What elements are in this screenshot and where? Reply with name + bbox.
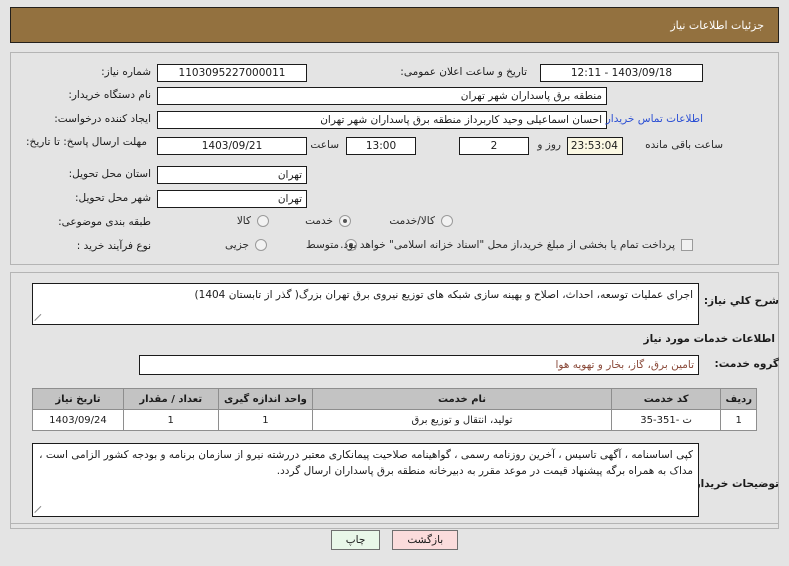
page-title-bar: جزئیات اطلاعات نیاز xyxy=(10,7,779,43)
buyer-notes-label: توضیحات خریدار: xyxy=(690,478,779,490)
category-option-kala-khedmat[interactable]: کالا/خدمت xyxy=(389,215,453,227)
requester-value: احسان اسماعیلی وحید کاربرداز منطقه برق پ… xyxy=(157,111,607,129)
province-row: استان محل تحویل: xyxy=(64,168,151,180)
deadline-hour-label: ساعت xyxy=(310,139,339,151)
deadline-hour-value: 13:00 xyxy=(346,137,416,155)
th-code: کد خدمت xyxy=(610,388,722,410)
buyer-contact-link[interactable]: اطلاعات تماس خریدار xyxy=(606,113,703,125)
need-number-value: 1103095227000011 xyxy=(157,64,307,82)
th-unit: واحد اندازه گیری xyxy=(217,388,314,410)
province-value: تهران xyxy=(157,166,307,184)
buyer-org-value: منطقه برق پاسداران شهر تهران xyxy=(157,87,607,105)
back-button[interactable]: بازگشت xyxy=(392,530,459,550)
table-row: 1 ت -351-35 تولید، انتقال و توزیع برق 1 … xyxy=(32,409,757,431)
process-label: نوع فرآیند خرید : xyxy=(76,240,151,252)
need-number-row: شماره نیاز: xyxy=(96,66,151,78)
services-table: ردیف کد خدمت نام خدمت واحد اندازه گیری ت… xyxy=(32,388,757,431)
province-label: استان محل تحویل: xyxy=(68,168,151,180)
buyer-notes-text: کپی اساسنامه ، آگهی تاسیس ، آخرین روزنام… xyxy=(39,449,693,477)
th-row: ردیف xyxy=(720,388,757,410)
resize-grip-icon xyxy=(35,315,43,323)
radio-khedmat[interactable] xyxy=(339,215,351,227)
category-row: طبقه بندی موضوعی: xyxy=(53,216,151,228)
announce-date-value: 1403/09/18 - 12:11 xyxy=(540,64,703,82)
deadline-label: مهلت ارسال پاسخ: تا تاریخ: xyxy=(26,136,148,148)
footer-button-row: بازگشت چاپ xyxy=(0,530,789,550)
cell-row: 1 xyxy=(720,409,757,431)
general-description-value[interactable]: اجرای عملیات توسعه، احداث، اصلاح و بهینه… xyxy=(32,283,699,325)
radio-jozi[interactable] xyxy=(255,239,267,251)
general-description-label: شرح کلي نیاز: xyxy=(703,295,779,307)
service-group-label: گروه خدمت: xyxy=(714,358,779,370)
footer-separator xyxy=(10,523,779,524)
cell-quantity: 1 xyxy=(122,409,219,431)
process-option-jozi[interactable]: جزیی xyxy=(225,239,267,251)
cell-need-date: 1403/09/24 xyxy=(32,409,124,431)
category-option-label-0: کالا xyxy=(236,215,251,227)
page-title: جزئیات اطلاعات نیاز xyxy=(670,18,764,32)
remaining-clock-label: ساعت باقی مانده xyxy=(645,139,723,151)
cell-unit: 1 xyxy=(217,409,314,431)
category-option-khedmat[interactable]: خدمت xyxy=(305,215,351,227)
deadline-date-value: 1403/09/21 xyxy=(157,137,307,155)
process-option-label-1: متوسط xyxy=(306,239,339,251)
radio-kala-khedmat[interactable] xyxy=(441,215,453,227)
buyer-org-label: نام دستگاه خریدار: xyxy=(68,89,151,101)
services-section-heading: اطلاعات خدمات مورد نیاز xyxy=(643,333,775,345)
cell-code: ت -351-35 xyxy=(610,409,722,431)
process-row: نوع فرآیند خرید : xyxy=(72,240,151,252)
announce-date-label: تاریخ و ساعت اعلان عمومی: xyxy=(400,66,527,78)
remaining-days-value: 2 xyxy=(459,137,529,155)
requester-label: ایجاد کننده درخواست: xyxy=(54,113,151,125)
treasury-checkbox-label: پرداخت تمام یا بخشی از مبلغ خرید،از محل … xyxy=(340,239,675,251)
th-name: نام خدمت xyxy=(312,388,612,410)
buyer-notes-value[interactable]: کپی اساسنامه ، آگهی تاسیس ، آخرین روزنام… xyxy=(32,443,699,517)
deadline-label-wrap: مهلت ارسال پاسخ: تا تاریخ: xyxy=(21,136,151,149)
city-label: شهر محل تحویل: xyxy=(75,192,151,204)
print-button[interactable]: چاپ xyxy=(330,530,381,550)
remaining-clock-value: 23:53:04 xyxy=(567,137,623,155)
table-header-row: ردیف کد خدمت نام خدمت واحد اندازه گیری ت… xyxy=(32,388,757,410)
category-label: طبقه بندی موضوعی: xyxy=(58,216,151,228)
city-value: تهران xyxy=(157,190,307,208)
remaining-days-label: روز و xyxy=(537,139,561,151)
resize-grip-icon-notes xyxy=(35,507,43,515)
requester-row: ایجاد کننده درخواست: xyxy=(49,113,151,125)
th-need-date: تاریخ نیاز xyxy=(32,388,124,410)
need-number-label: شماره نیاز: xyxy=(101,66,151,78)
radio-kala[interactable] xyxy=(257,215,269,227)
need-details-page: AriaTender.net جزئیات اطلاعات نیاز شماره… xyxy=(0,0,789,566)
general-description-text: اجرای عملیات توسعه، احداث، اصلاح و بهینه… xyxy=(194,289,693,301)
th-quantity: تعداد / مقدار xyxy=(122,388,219,410)
category-option-kala[interactable]: کالا xyxy=(237,215,269,227)
category-option-label-1: خدمت xyxy=(305,215,333,227)
service-group-value: تامین برق، گاز، بخار و تهویه هوا xyxy=(139,355,699,375)
treasury-checkbox-group[interactable]: پرداخت تمام یا بخشی از مبلغ خرید،از محل … xyxy=(340,239,693,251)
process-option-label-0: جزیی xyxy=(225,239,249,251)
buyer-org-row: نام دستگاه خریدار: xyxy=(63,89,151,101)
cell-name: تولید، انتقال و توزیع برق xyxy=(312,409,612,431)
category-option-label-2: کالا/خدمت xyxy=(389,215,435,227)
treasury-checkbox[interactable] xyxy=(681,239,693,251)
need-summary-panel xyxy=(10,52,779,265)
city-row: شهر محل تحویل: xyxy=(70,192,151,204)
announce-date-row: تاریخ و ساعت اعلان عمومی: xyxy=(395,66,527,78)
